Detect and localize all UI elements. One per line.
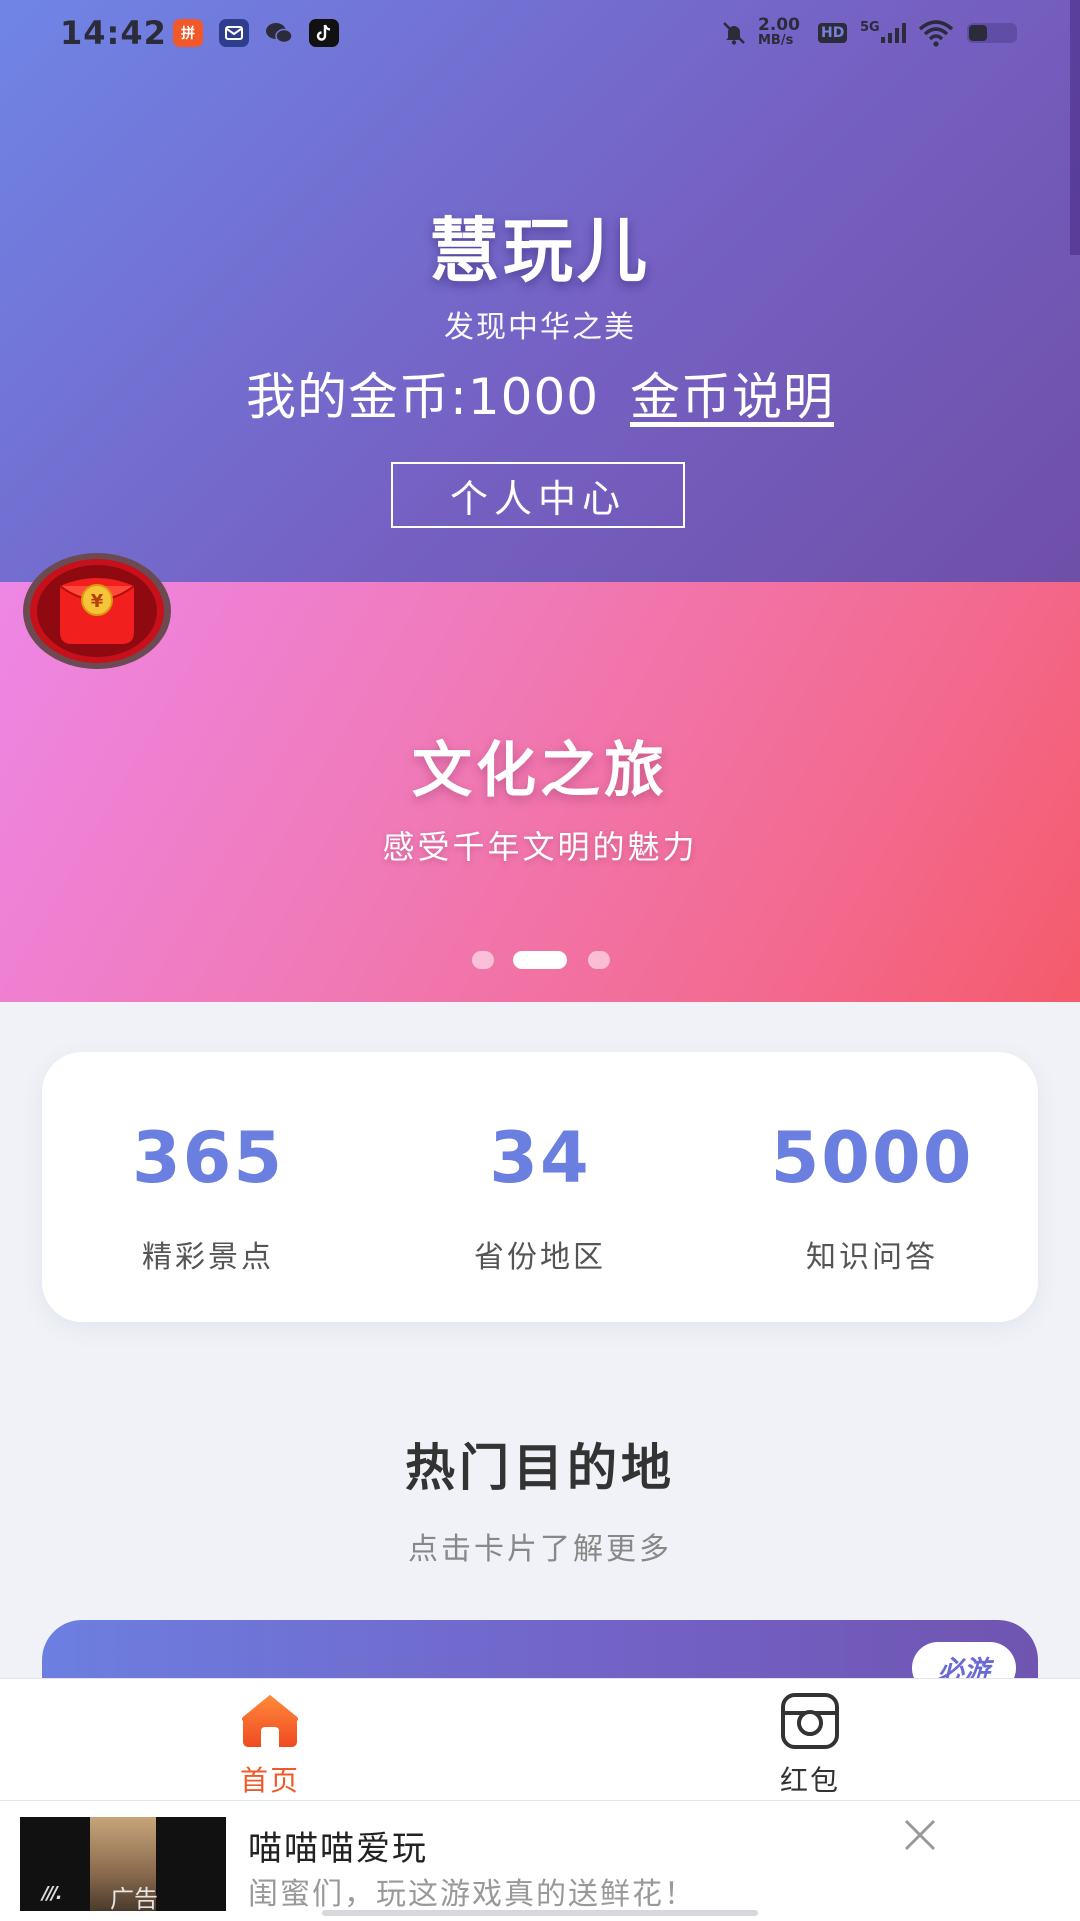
- stat-provinces: 34 省份地区: [374, 1052, 706, 1322]
- 5g-signal-icon: 5G: [860, 18, 908, 48]
- tiktok-icon: [309, 19, 339, 47]
- mail-icon: [219, 19, 249, 47]
- carousel-dot-1[interactable]: [472, 951, 494, 969]
- stat-label: 精彩景点: [142, 1240, 274, 1275]
- ad-badge: 广告: [110, 1885, 158, 1911]
- coins-label: 我的金币:1000: [246, 368, 600, 426]
- red-packet-symbol: ¥: [91, 591, 104, 612]
- pinduoduo-icon: 拼: [173, 19, 203, 47]
- banner-title: 文化之旅: [412, 736, 668, 806]
- nav-red-packet-label: 红包: [779, 1764, 840, 1797]
- carousel-dot-3[interactable]: [588, 951, 610, 969]
- close-icon[interactable]: [900, 1815, 940, 1855]
- stats-card: 365 精彩景点 34 省份地区 5000 知识问答: [42, 1052, 1038, 1322]
- status-bar: 14:42 拼 2.00 MB/s HD 5G: [0, 0, 1080, 68]
- red-packet-icon: ¥: [23, 553, 171, 669]
- status-time: 14:42: [60, 14, 167, 52]
- section-subtitle: 点击卡片了解更多: [408, 1532, 672, 1567]
- nav-home-label: 首页: [239, 1764, 300, 1797]
- nav-home[interactable]: 首页: [0, 1679, 540, 1801]
- hero-header: 14:42 拼 2.00 MB/s HD 5G 慧玩儿 发现中华之美 我的金币:…: [0, 0, 1080, 582]
- stat-quiz: 5000 知识问答: [706, 1052, 1038, 1322]
- stat-value: 34: [489, 1117, 591, 1199]
- floating-red-packet-button[interactable]: ¥: [22, 552, 172, 670]
- ad-logo-icon: ///.: [42, 1883, 63, 1904]
- bottom-nav: 首页 红包: [0, 1678, 1080, 1801]
- mute-icon: [720, 18, 748, 48]
- stat-attractions: 365 精彩景点: [42, 1052, 374, 1322]
- stat-label: 知识问答: [806, 1240, 938, 1275]
- net-speed-value: 2.00: [758, 15, 800, 35]
- ad-thumbnail: ///. 广告: [20, 1817, 226, 1911]
- red-packet-camera-icon: [781, 1693, 839, 1749]
- nav-red-packet[interactable]: 红包: [540, 1679, 1080, 1801]
- coins-row: 我的金币:1000 金币说明: [0, 357, 1080, 429]
- carousel-dot-2[interactable]: [513, 951, 567, 969]
- net-speed-unit: MB/s: [758, 33, 794, 48]
- battery-icon: [966, 18, 1020, 48]
- stat-value: 5000: [770, 1117, 974, 1199]
- stat-value: 365: [131, 1117, 285, 1199]
- personal-center-button[interactable]: 个人中心: [391, 462, 685, 528]
- app-title: 慧玩儿: [429, 210, 651, 292]
- home-icon: [242, 1695, 298, 1747]
- wifi-icon: [918, 18, 954, 48]
- app-subtitle: 发现中华之美: [444, 310, 636, 345]
- ad-banner[interactable]: ///. 广告 喵喵喵爱玩 闺蜜们，玩这游戏真的送鲜花！: [0, 1800, 1080, 1921]
- ad-title: 喵喵喵爱玩: [248, 1829, 428, 1869]
- stat-label: 省份地区: [474, 1240, 606, 1275]
- section-title: 热门目的地: [405, 1439, 675, 1497]
- net-speed: 2.00 MB/s: [758, 15, 800, 49]
- wechat-icon: [264, 19, 294, 47]
- home-indicator: [322, 1910, 758, 1916]
- banner-subtitle: 感受千年文明的魅力: [382, 828, 698, 866]
- coins-explanation-link[interactable]: 金币说明: [630, 368, 834, 426]
- hd-icon: HD: [818, 21, 848, 45]
- ad-text: 闺蜜们，玩这游戏真的送鲜花！: [248, 1877, 696, 1912]
